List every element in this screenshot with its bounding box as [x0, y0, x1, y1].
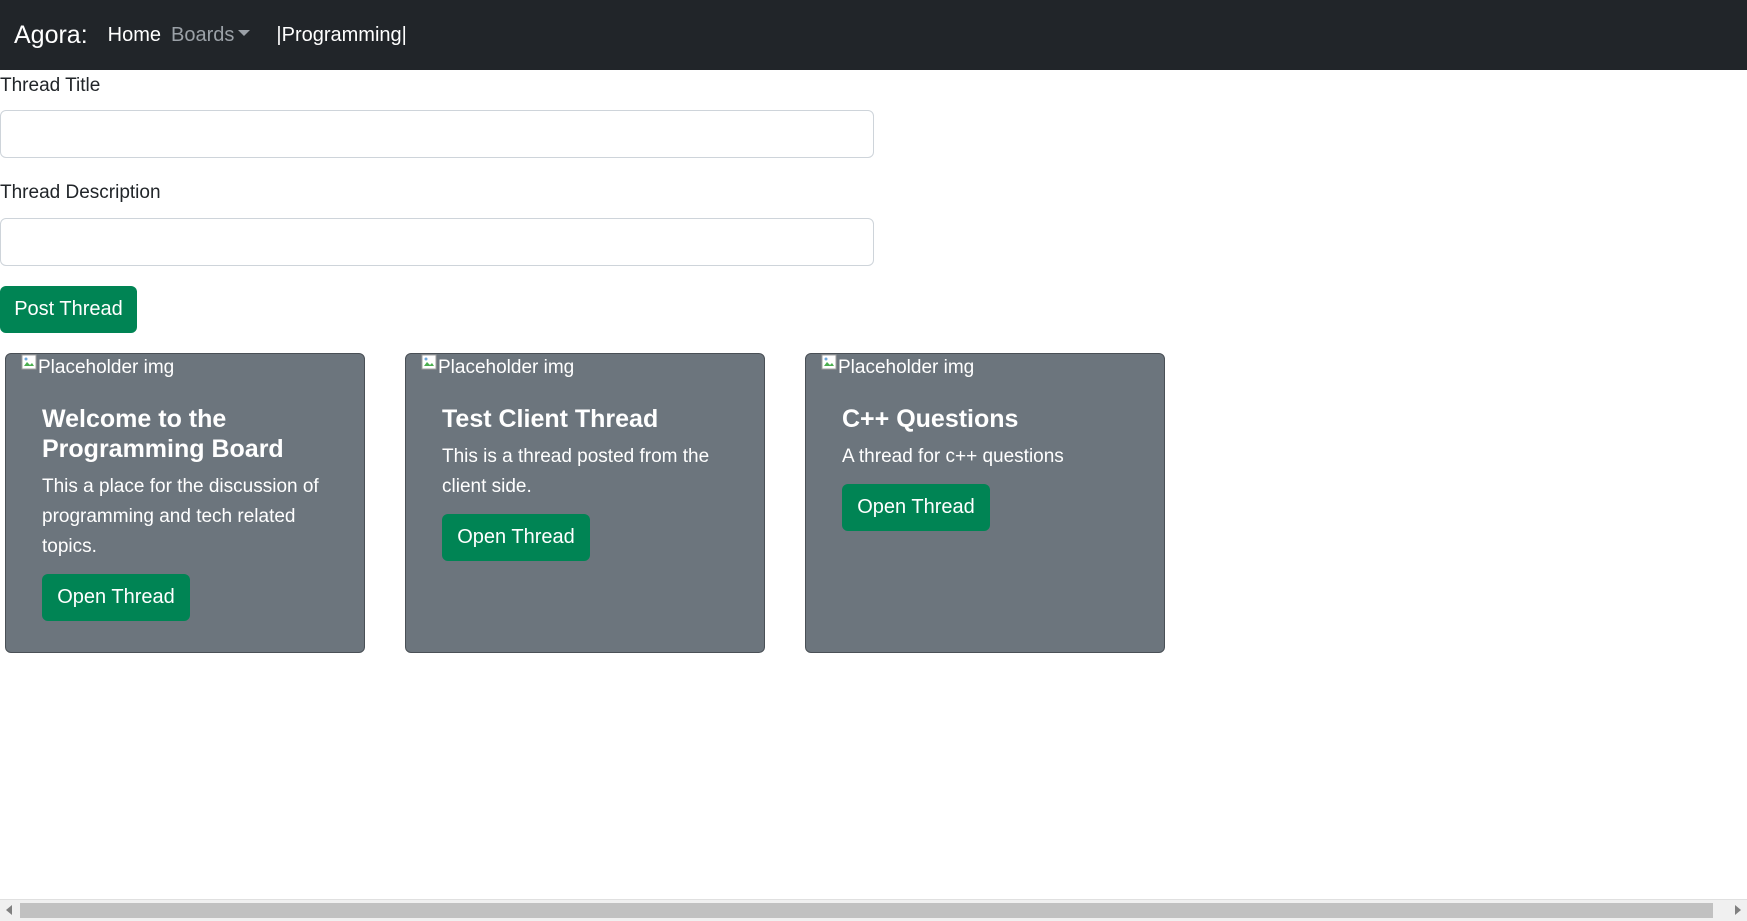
- navbar: Agora: Home Boards |Programming|: [0, 0, 1747, 70]
- open-thread-button[interactable]: Open Thread: [42, 574, 190, 621]
- thread-description: This a place for the discussion of progr…: [42, 476, 319, 557]
- brand[interactable]: Agora:: [14, 21, 88, 50]
- broken-image-icon: [421, 354, 437, 370]
- thread-card: Placeholder img C++ Questions A thread f…: [805, 353, 1165, 653]
- thread-card: Placeholder img Welcome to the Programmi…: [5, 353, 365, 653]
- thread-title: Welcome to the Programming Board: [42, 405, 284, 463]
- chevron-down-icon: [238, 30, 251, 37]
- thread-description-input[interactable]: [0, 218, 874, 266]
- card-image-alt: Placeholder img: [38, 357, 175, 378]
- card-image-alt: Placeholder img: [438, 357, 575, 378]
- thread-description-label: Thread Description: [0, 182, 161, 203]
- thread-title: Test Client Thread: [442, 405, 659, 433]
- card-body: Test Client Thread This is a thread post…: [442, 404, 742, 561]
- card-image: Placeholder img: [21, 354, 175, 379]
- card-image-alt: Placeholder img: [838, 357, 975, 378]
- thread-title: C++ Questions: [842, 405, 1019, 433]
- broken-image-icon: [821, 354, 837, 370]
- card-body: Welcome to the Programming Board This a …: [42, 404, 342, 621]
- nav-current-board[interactable]: |Programming|: [276, 24, 406, 47]
- thread-card: Placeholder img Test Client Thread This …: [405, 353, 765, 653]
- scroll-right-icon[interactable]: [1735, 905, 1741, 915]
- thread-description: A thread for c++ questions: [842, 446, 1064, 467]
- thread-description: This is a thread posted from the client …: [442, 446, 710, 497]
- scroll-left-icon[interactable]: [6, 905, 12, 915]
- nav-boards-dropdown[interactable]: Boards: [171, 24, 266, 47]
- thread-title-label: Thread Title: [0, 75, 101, 96]
- open-thread-button[interactable]: Open Thread: [842, 484, 990, 531]
- thread-title-input[interactable]: [0, 110, 874, 158]
- scrollbar-thumb[interactable]: [20, 903, 1713, 918]
- nav-home-link[interactable]: Home: [108, 24, 161, 47]
- horizontal-scrollbar[interactable]: [0, 899, 1747, 921]
- card-body: C++ Questions A thread for c++ questions…: [842, 404, 1142, 531]
- post-thread-button[interactable]: Post Thread: [0, 286, 137, 333]
- broken-image-icon: [21, 354, 37, 370]
- card-image: Placeholder img: [821, 354, 975, 379]
- nav-boards-label: Boards: [171, 23, 235, 46]
- open-thread-button[interactable]: Open Thread: [442, 514, 590, 561]
- card-image: Placeholder img: [421, 354, 575, 379]
